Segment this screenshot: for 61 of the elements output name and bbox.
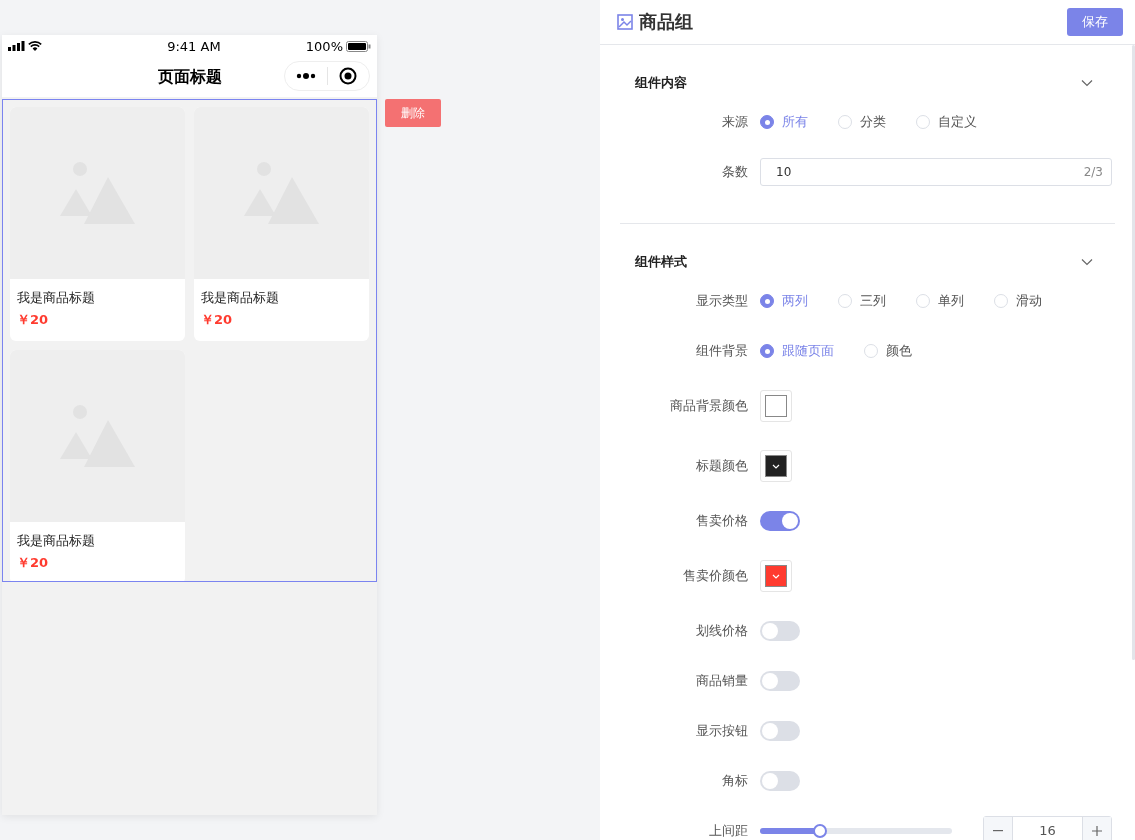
radio-option[interactable]: 滑动: [994, 292, 1042, 310]
toggle-switch[interactable]: [760, 511, 800, 531]
chevron-icon[interactable]: [1081, 79, 1093, 87]
radio-option[interactable]: 两列: [760, 292, 808, 310]
product-price: ￥20: [16, 554, 50, 572]
caret-icon: [772, 573, 780, 579]
toggle-switch[interactable]: [760, 621, 800, 641]
battery-percent: 100%: [305, 38, 343, 54]
field-label: 显示按钮: [695, 722, 748, 740]
radio-option[interactable]: 自定义: [916, 113, 977, 131]
number-stepper[interactable]: 16: [983, 816, 1112, 840]
radio-option[interactable]: 颜色: [864, 342, 912, 360]
product-card[interactable]: 我是商品标题 ￥20: [194, 107, 369, 341]
more-icon[interactable]: [295, 73, 316, 79]
field-label: 售卖价格: [695, 512, 748, 530]
section-title: 组件样式: [635, 253, 688, 271]
field-label: 组件背景: [695, 342, 748, 360]
field-label: 上间距: [708, 822, 748, 840]
toggle-switch[interactable]: [760, 771, 800, 791]
status-time: 9:41 AM: [166, 38, 222, 54]
field-label: 售卖价颜色: [682, 567, 748, 585]
wifi-icon: [28, 41, 42, 51]
toggle-switch[interactable]: [760, 671, 800, 691]
field-label: 划线价格: [695, 622, 748, 640]
image-icon: [617, 14, 633, 30]
product-card[interactable]: 我是商品标题 ￥20: [10, 350, 185, 581]
product-price: ￥20: [16, 311, 50, 329]
capsule-menu[interactable]: [284, 61, 370, 91]
field-label: 角标: [721, 772, 748, 790]
product-title: 我是商品标题: [16, 289, 96, 307]
radio-option[interactable]: 跟随页面: [760, 342, 834, 360]
minus-icon: [993, 830, 1003, 832]
record-icon[interactable]: [339, 67, 358, 85]
field-label: 显示类型: [695, 292, 748, 310]
field-label: 标题颜色: [695, 457, 748, 475]
product-grid[interactable]: 我是商品标题 ￥20 我是商品标题 ￥20 我是商品标题 ￥20: [2, 99, 377, 582]
field-label: 来源: [721, 113, 748, 131]
battery-icon: [346, 40, 371, 52]
count-input[interactable]: 10 2/3: [760, 158, 1112, 186]
radio-option[interactable]: 分类: [838, 113, 886, 131]
color-picker[interactable]: [760, 390, 792, 422]
signal-icon: [8, 41, 25, 51]
radio-option[interactable]: 所有: [760, 113, 808, 131]
caret-icon: [772, 463, 780, 469]
radio-option[interactable]: 三列: [838, 292, 886, 310]
toggle-switch[interactable]: [760, 721, 800, 741]
field-label: 条数: [721, 163, 748, 181]
product-title: 我是商品标题: [16, 532, 96, 550]
color-picker[interactable]: [760, 560, 792, 592]
page-title: 页面标题: [157, 66, 222, 88]
field-label: 商品背景颜色: [669, 397, 748, 415]
product-price: ￥20: [200, 311, 234, 329]
section-title: 组件内容: [635, 74, 688, 92]
chevron-icon[interactable]: [1081, 258, 1093, 266]
panel-title: 商品组: [639, 10, 694, 34]
product-title: 我是商品标题: [200, 289, 280, 307]
field-label: 商品销量: [695, 672, 748, 690]
plus-icon: [1092, 826, 1102, 836]
product-card[interactable]: 我是商品标题 ￥20: [10, 107, 185, 341]
radio-option[interactable]: 单列: [916, 292, 964, 310]
color-picker[interactable]: [760, 450, 792, 482]
